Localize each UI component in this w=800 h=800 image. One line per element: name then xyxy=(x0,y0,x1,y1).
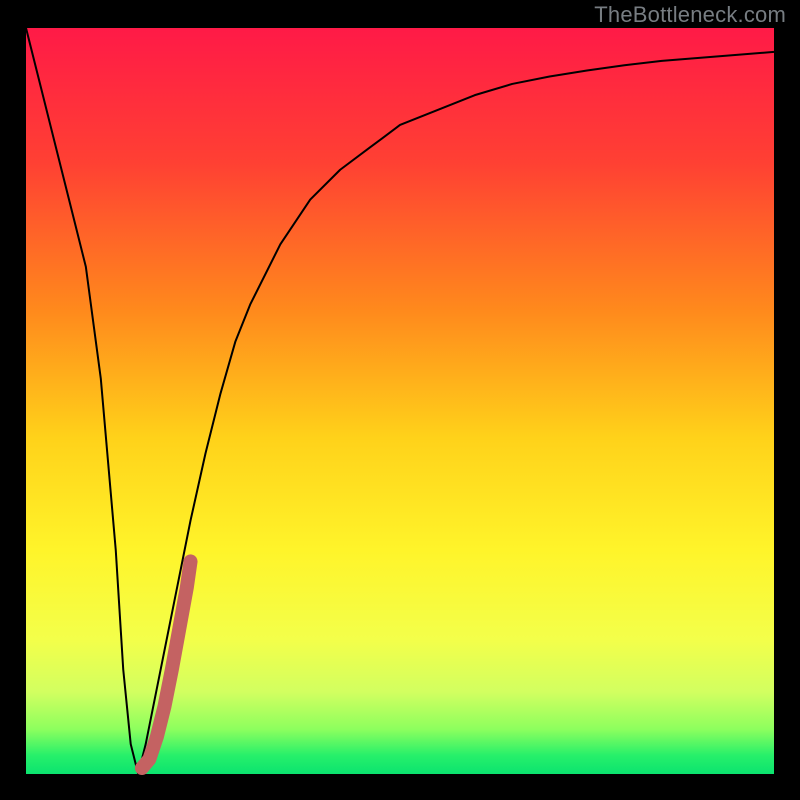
outer-frame: TheBottleneck.com xyxy=(0,0,800,800)
bottleneck-chart xyxy=(0,0,800,800)
plot-background xyxy=(26,28,774,774)
